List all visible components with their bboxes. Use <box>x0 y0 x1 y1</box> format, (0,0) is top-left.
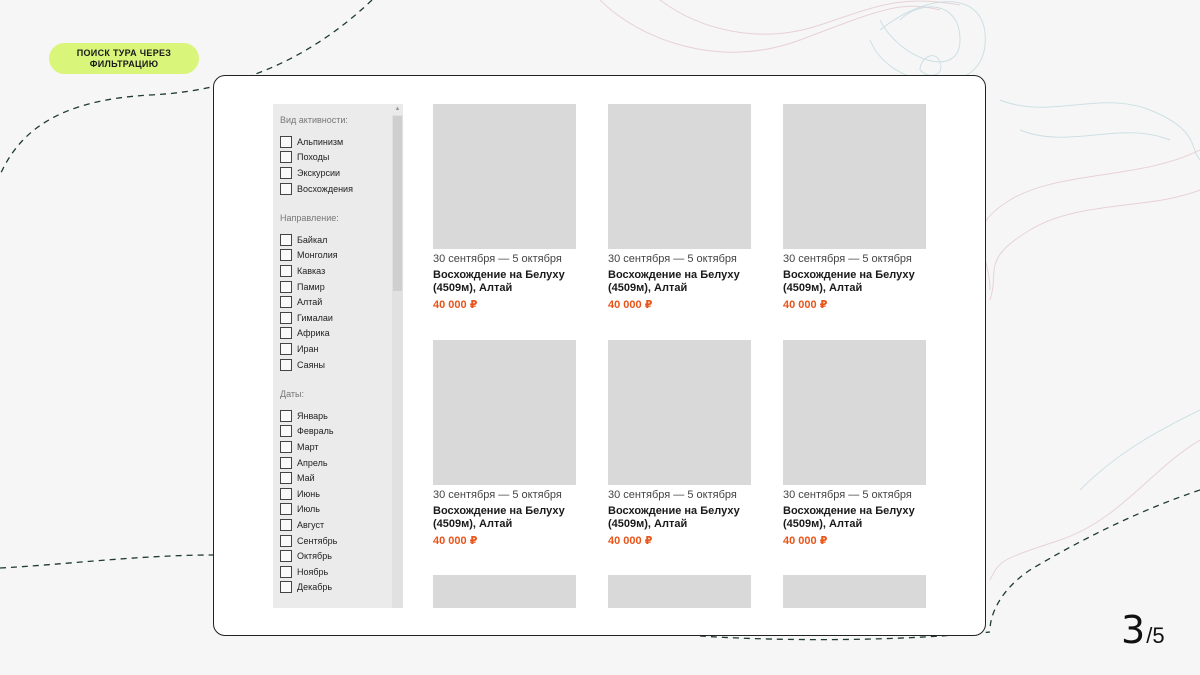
tour-dates: 30 сентября — 5 октября <box>783 253 912 265</box>
filter-group-title: Вид активности: <box>280 115 348 125</box>
filter-option-caucasus[interactable]: Кавказ <box>280 263 392 279</box>
filter-option-january[interactable]: Январь <box>280 408 392 424</box>
section-tag-label: Поиск тура через фильтрацию <box>76 47 172 69</box>
filter-option-december[interactable]: Декабрь <box>280 580 392 596</box>
tour-image-placeholder[interactable] <box>783 340 926 485</box>
tour-title[interactable]: Восхождение на Белуху (4509м), Алтай <box>608 505 753 531</box>
checkbox[interactable] <box>280 409 292 422</box>
tour-price: 40 000 ₽ <box>608 299 653 311</box>
tour-card[interactable]: 30 сентября — 5 октября Восхождение на Б… <box>783 340 928 548</box>
filter-option-september[interactable]: Сентябрь <box>280 533 392 549</box>
filter-option-may[interactable]: Май <box>280 470 392 486</box>
tour-title[interactable]: Восхождение на Белуху (4509м), Алтай <box>433 505 578 531</box>
tour-title[interactable]: Восхождение на Белуху (4509м), Алтай <box>783 269 928 295</box>
tour-card[interactable]: 30 сентября — 5 октября Восхождение на Б… <box>783 104 928 312</box>
checkbox[interactable] <box>280 182 292 195</box>
mockup-window: Вид активности: Альпинизм Походы Экскурс… <box>213 75 986 636</box>
filter-option-november[interactable]: Ноябрь <box>280 564 392 580</box>
checkbox[interactable] <box>280 472 292 485</box>
checkbox[interactable] <box>280 456 292 469</box>
checkbox[interactable] <box>280 425 292 438</box>
tour-image-placeholder[interactable] <box>433 104 576 249</box>
scroll-up-arrow-icon[interactable]: ▲ <box>392 104 403 115</box>
slide-total: 5 <box>1152 623 1165 648</box>
checkbox[interactable] <box>280 166 292 179</box>
filter-group-title: Направление: <box>280 213 339 223</box>
filter-option-april[interactable]: Апрель <box>280 455 392 471</box>
checkbox[interactable] <box>280 342 292 355</box>
checkbox[interactable] <box>280 440 292 453</box>
filter-option-february[interactable]: Февраль <box>280 424 392 440</box>
tour-dates: 30 сентября — 5 октября <box>608 489 737 501</box>
tour-card[interactable]: 30 сентября — 5 октября Восхождение на Б… <box>433 104 578 312</box>
tour-title[interactable]: Восхождение на Белуху (4509м), Алтай <box>433 269 578 295</box>
tour-price: 40 000 ₽ <box>783 535 828 547</box>
checkbox[interactable] <box>280 518 292 531</box>
filter-option-pamir[interactable]: Памир <box>280 279 392 295</box>
checkbox[interactable] <box>280 534 292 547</box>
checkbox[interactable] <box>280 249 292 262</box>
tour-price: 40 000 ₽ <box>783 299 828 311</box>
tour-image-placeholder[interactable] <box>608 340 751 485</box>
filter-option-altai[interactable]: Алтай <box>280 294 392 310</box>
tour-price: 40 000 ₽ <box>608 535 653 547</box>
checkbox[interactable] <box>280 327 292 340</box>
tour-image-placeholder[interactable] <box>433 340 576 485</box>
filter-option-june[interactable]: Июнь <box>280 486 392 502</box>
filter-option-iran[interactable]: Иран <box>280 341 392 357</box>
tour-card[interactable]: 30 сентября — 5 октября Восхождение на Б… <box>608 104 753 312</box>
filter-option-october[interactable]: Октябрь <box>280 548 392 564</box>
tour-image-placeholder-partial[interactable] <box>608 575 751 608</box>
filter-option-mongolia[interactable]: Монголия <box>280 248 392 264</box>
scroll-thumb[interactable] <box>393 116 402 291</box>
checkbox[interactable] <box>280 151 292 164</box>
tour-price: 40 000 ₽ <box>433 299 478 311</box>
tour-image-placeholder-partial[interactable] <box>433 575 576 608</box>
checkbox[interactable] <box>280 311 292 324</box>
slide-current: 3 <box>1121 608 1146 652</box>
filter-option-baikal[interactable]: Байкал <box>280 232 392 248</box>
filter-group-direction: Направление: Байкал Монголия Кавказ Пами… <box>280 212 392 372</box>
tour-image-placeholder-partial[interactable] <box>783 575 926 608</box>
filter-group-dates: Даты: Январь Февраль Март Апрель Май Июн… <box>280 388 392 595</box>
filter-option-africa[interactable]: Африка <box>280 326 392 342</box>
checkbox[interactable] <box>280 135 292 148</box>
filter-option-august[interactable]: Август <box>280 517 392 533</box>
checkbox[interactable] <box>280 487 292 500</box>
filter-sidebar: Вид активности: Альпинизм Походы Экскурс… <box>273 104 403 608</box>
checkbox[interactable] <box>280 264 292 277</box>
tour-price: 40 000 ₽ <box>433 535 478 547</box>
tour-image-placeholder[interactable] <box>783 104 926 249</box>
filter-option-march[interactable]: Март <box>280 439 392 455</box>
tour-card[interactable]: 30 сентября — 5 октября Восхождение на Б… <box>433 340 578 548</box>
checkbox[interactable] <box>280 503 292 516</box>
tour-card[interactable]: 30 сентября — 5 октября Восхождение на Б… <box>608 340 753 548</box>
tour-title[interactable]: Восхождение на Белуху (4509м), Алтай <box>608 269 753 295</box>
checkbox[interactable] <box>280 550 292 563</box>
tour-dates: 30 сентября — 5 октября <box>433 253 562 265</box>
checkbox[interactable] <box>280 280 292 293</box>
checkbox[interactable] <box>280 581 292 594</box>
filter-option-ascents[interactable]: Восхождения <box>280 181 392 197</box>
section-tag: Поиск тура через фильтрацию <box>49 43 199 74</box>
filter-option-alpinism[interactable]: Альпинизм <box>280 134 392 150</box>
filter-option-sayany[interactable]: Саяны <box>280 357 392 373</box>
filter-group-activity: Вид активности: Альпинизм Походы Экскурс… <box>280 114 392 196</box>
tour-dates: 30 сентября — 5 октября <box>608 253 737 265</box>
checkbox[interactable] <box>280 233 292 246</box>
filter-option-july[interactable]: Июль <box>280 502 392 518</box>
tour-image-placeholder[interactable] <box>608 104 751 249</box>
checkbox[interactable] <box>280 358 292 371</box>
tour-dates: 30 сентября — 5 октября <box>783 489 912 501</box>
filter-option-excursions[interactable]: Экскурсии <box>280 165 392 181</box>
filter-group-title: Даты: <box>280 389 304 399</box>
tour-title[interactable]: Восхождение на Белуху (4509м), Алтай <box>783 505 928 531</box>
sidebar-scrollbar[interactable]: ▲ <box>392 104 403 608</box>
filter-option-hikes[interactable]: Походы <box>280 150 392 166</box>
filter-option-himalayas[interactable]: Гималаи <box>280 310 392 326</box>
checkbox[interactable] <box>280 565 292 578</box>
tour-dates: 30 сентября — 5 октября <box>433 489 562 501</box>
checkbox[interactable] <box>280 296 292 309</box>
slide-counter: 3 / 5 <box>1121 608 1165 652</box>
